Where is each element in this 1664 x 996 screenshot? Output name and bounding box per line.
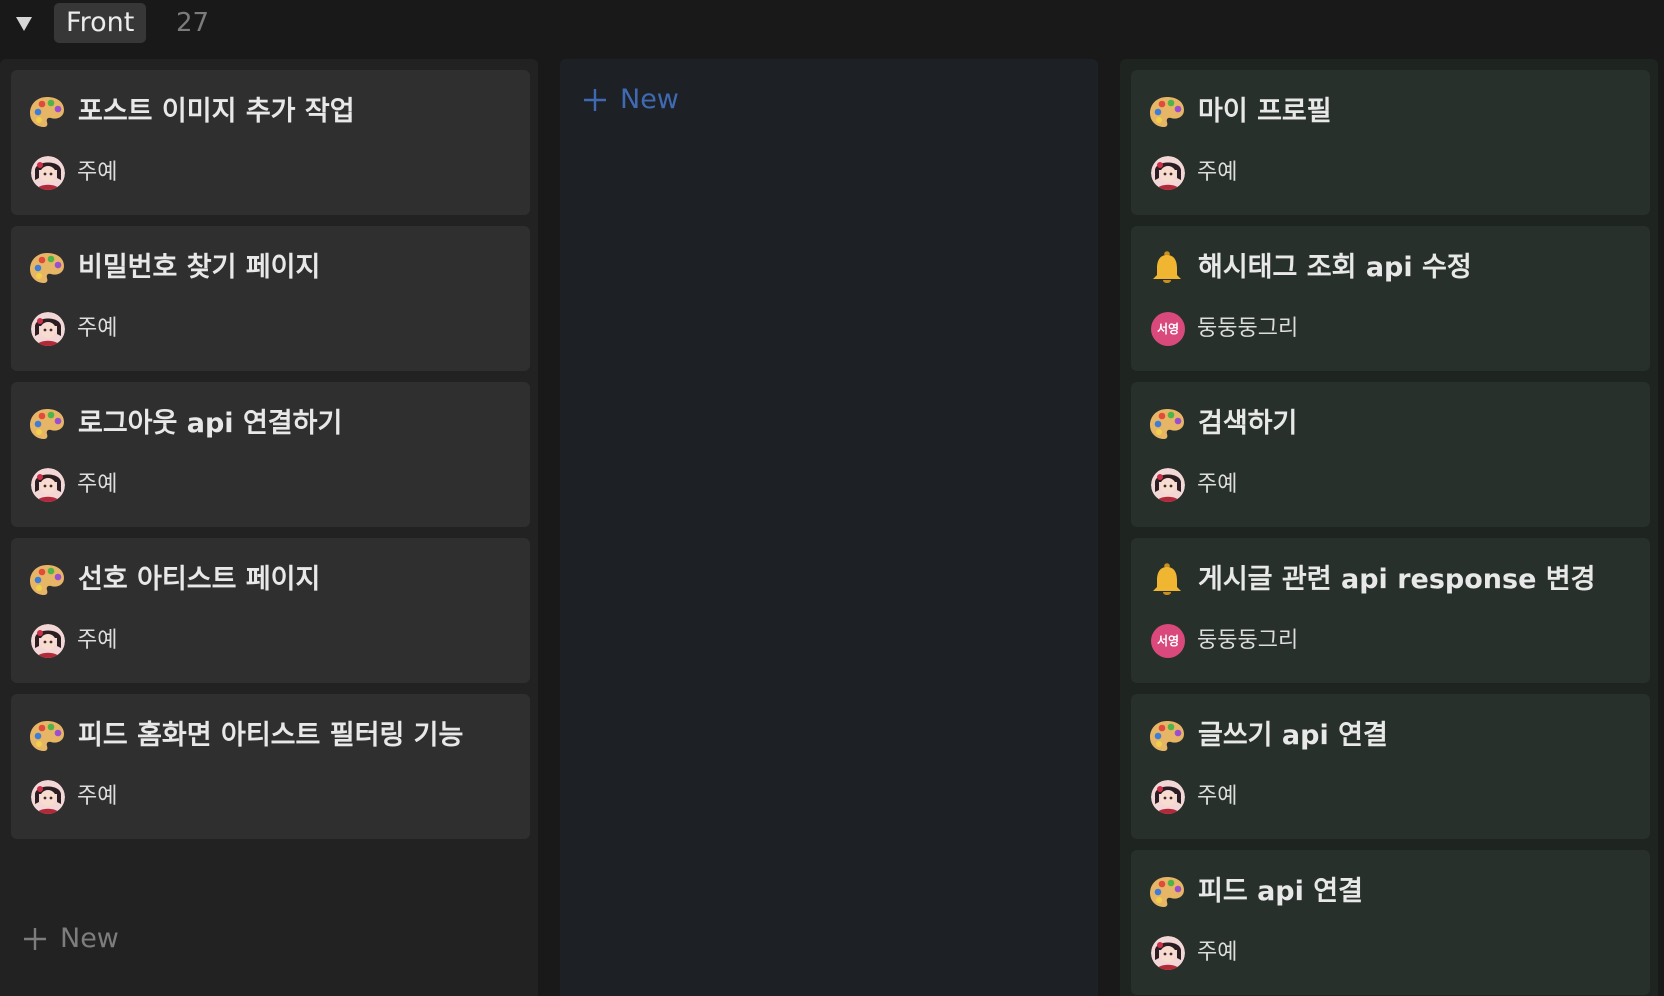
assignee-name: 주예 bbox=[1197, 784, 1238, 809]
assignee-name: 주예 bbox=[1197, 940, 1238, 965]
assignee-name: 둥둥둥그리 bbox=[1197, 628, 1299, 653]
card-title: 피드 api 연결 bbox=[1198, 876, 1363, 907]
new-card-label: New bbox=[620, 84, 679, 115]
assignee-name: 주예 bbox=[77, 628, 118, 653]
card-title: 해시태그 조회 api 수정 bbox=[1198, 252, 1472, 283]
assignee-name: 둥둥둥그리 bbox=[1197, 316, 1299, 341]
palette-icon bbox=[27, 248, 67, 288]
card-title: 로그아웃 api 연결하기 bbox=[78, 408, 343, 439]
task-card[interactable]: 로그아웃 api 연결하기 주예 bbox=[11, 382, 530, 527]
task-card[interactable]: 피드 홈화면 아티스트 필터링 기능 주예 bbox=[11, 694, 530, 839]
task-card[interactable]: 해시태그 조회 api 수정서영 둥둥둥그리 bbox=[1131, 226, 1650, 371]
avatar bbox=[1151, 156, 1185, 190]
task-card[interactable]: 게시글 관련 api response 변경서영 둥둥둥그리 bbox=[1131, 538, 1650, 683]
avatar bbox=[31, 156, 65, 190]
avatar bbox=[31, 312, 65, 346]
task-card[interactable]: 포스트 이미지 추가 작업 주예 bbox=[11, 70, 530, 215]
task-card[interactable]: 마이 프로필 주예 bbox=[1131, 70, 1650, 215]
board-column-3: 마이 프로필 주예 해시태그 조회 api 수정 서영 둥둥둥그리 검색하기 주예 … bbox=[1120, 59, 1658, 996]
card-title: 포스트 이미지 추가 작업 bbox=[78, 96, 355, 127]
new-card-label: New bbox=[60, 923, 119, 954]
bell-icon bbox=[1147, 560, 1187, 600]
board-column-1: 포스트 이미지 추가 작업 주예 비밀번호 찾기 페이지 주예 로그아웃 api… bbox=[0, 59, 538, 996]
card-title: 마이 프로필 bbox=[1198, 96, 1332, 127]
bell-icon bbox=[1147, 248, 1187, 288]
card-title: 글쓰기 api 연결 bbox=[1198, 720, 1388, 751]
card-title: 검색하기 bbox=[1198, 408, 1298, 439]
avatar bbox=[31, 468, 65, 502]
assignee-name: 주예 bbox=[77, 784, 118, 809]
card-title: 비밀번호 찾기 페이지 bbox=[78, 252, 321, 283]
assignee-name: 주예 bbox=[77, 472, 118, 497]
task-card[interactable]: 선호 아티스트 페이지 주예 bbox=[11, 538, 530, 683]
card-title: 피드 홈화면 아티스트 필터링 기능 bbox=[78, 720, 464, 751]
avatar: 서영 bbox=[1151, 312, 1185, 346]
avatar: 서영 bbox=[1151, 624, 1185, 658]
card-title: 선호 아티스트 페이지 bbox=[78, 564, 321, 595]
kanban-board: Front 27 포스트 이미지 추가 작업 주예 비밀번호 찾기 페이지 주예… bbox=[0, 0, 1664, 996]
new-card-button[interactable]: New bbox=[582, 84, 679, 115]
board-column-2: New bbox=[560, 59, 1098, 996]
assignee-name: 주예 bbox=[77, 160, 118, 185]
palette-icon bbox=[1147, 404, 1187, 444]
palette-icon bbox=[1147, 872, 1187, 912]
plus-icon bbox=[584, 88, 606, 111]
palette-icon bbox=[1147, 92, 1187, 132]
assignee-name: 주예 bbox=[1197, 472, 1238, 497]
assignee-name: 주예 bbox=[77, 316, 118, 341]
group-name-tag[interactable]: Front bbox=[54, 3, 147, 43]
plus-icon bbox=[24, 927, 46, 950]
task-card[interactable]: 비밀번호 찾기 페이지 주예 bbox=[11, 226, 530, 371]
task-card[interactable]: 검색하기 주예 bbox=[1131, 382, 1650, 527]
avatar bbox=[31, 780, 65, 814]
task-card[interactable]: 글쓰기 api 연결 주예 bbox=[1131, 694, 1650, 839]
new-card-button[interactable]: New bbox=[22, 923, 119, 954]
palette-icon bbox=[27, 92, 67, 132]
palette-icon bbox=[27, 560, 67, 600]
palette-icon bbox=[27, 716, 67, 756]
palette-icon bbox=[1147, 716, 1187, 756]
avatar bbox=[31, 624, 65, 658]
task-card[interactable]: 피드 api 연결 주예 bbox=[1131, 850, 1650, 995]
avatar bbox=[1151, 936, 1185, 970]
avatar bbox=[1151, 468, 1185, 502]
triangle-down-icon[interactable] bbox=[13, 13, 35, 33]
avatar bbox=[1151, 780, 1185, 814]
assignee-name: 주예 bbox=[1197, 160, 1238, 185]
group-count: 27 bbox=[176, 8, 210, 38]
palette-icon bbox=[27, 404, 67, 444]
card-title: 게시글 관련 api response 변경 bbox=[1198, 564, 1596, 595]
